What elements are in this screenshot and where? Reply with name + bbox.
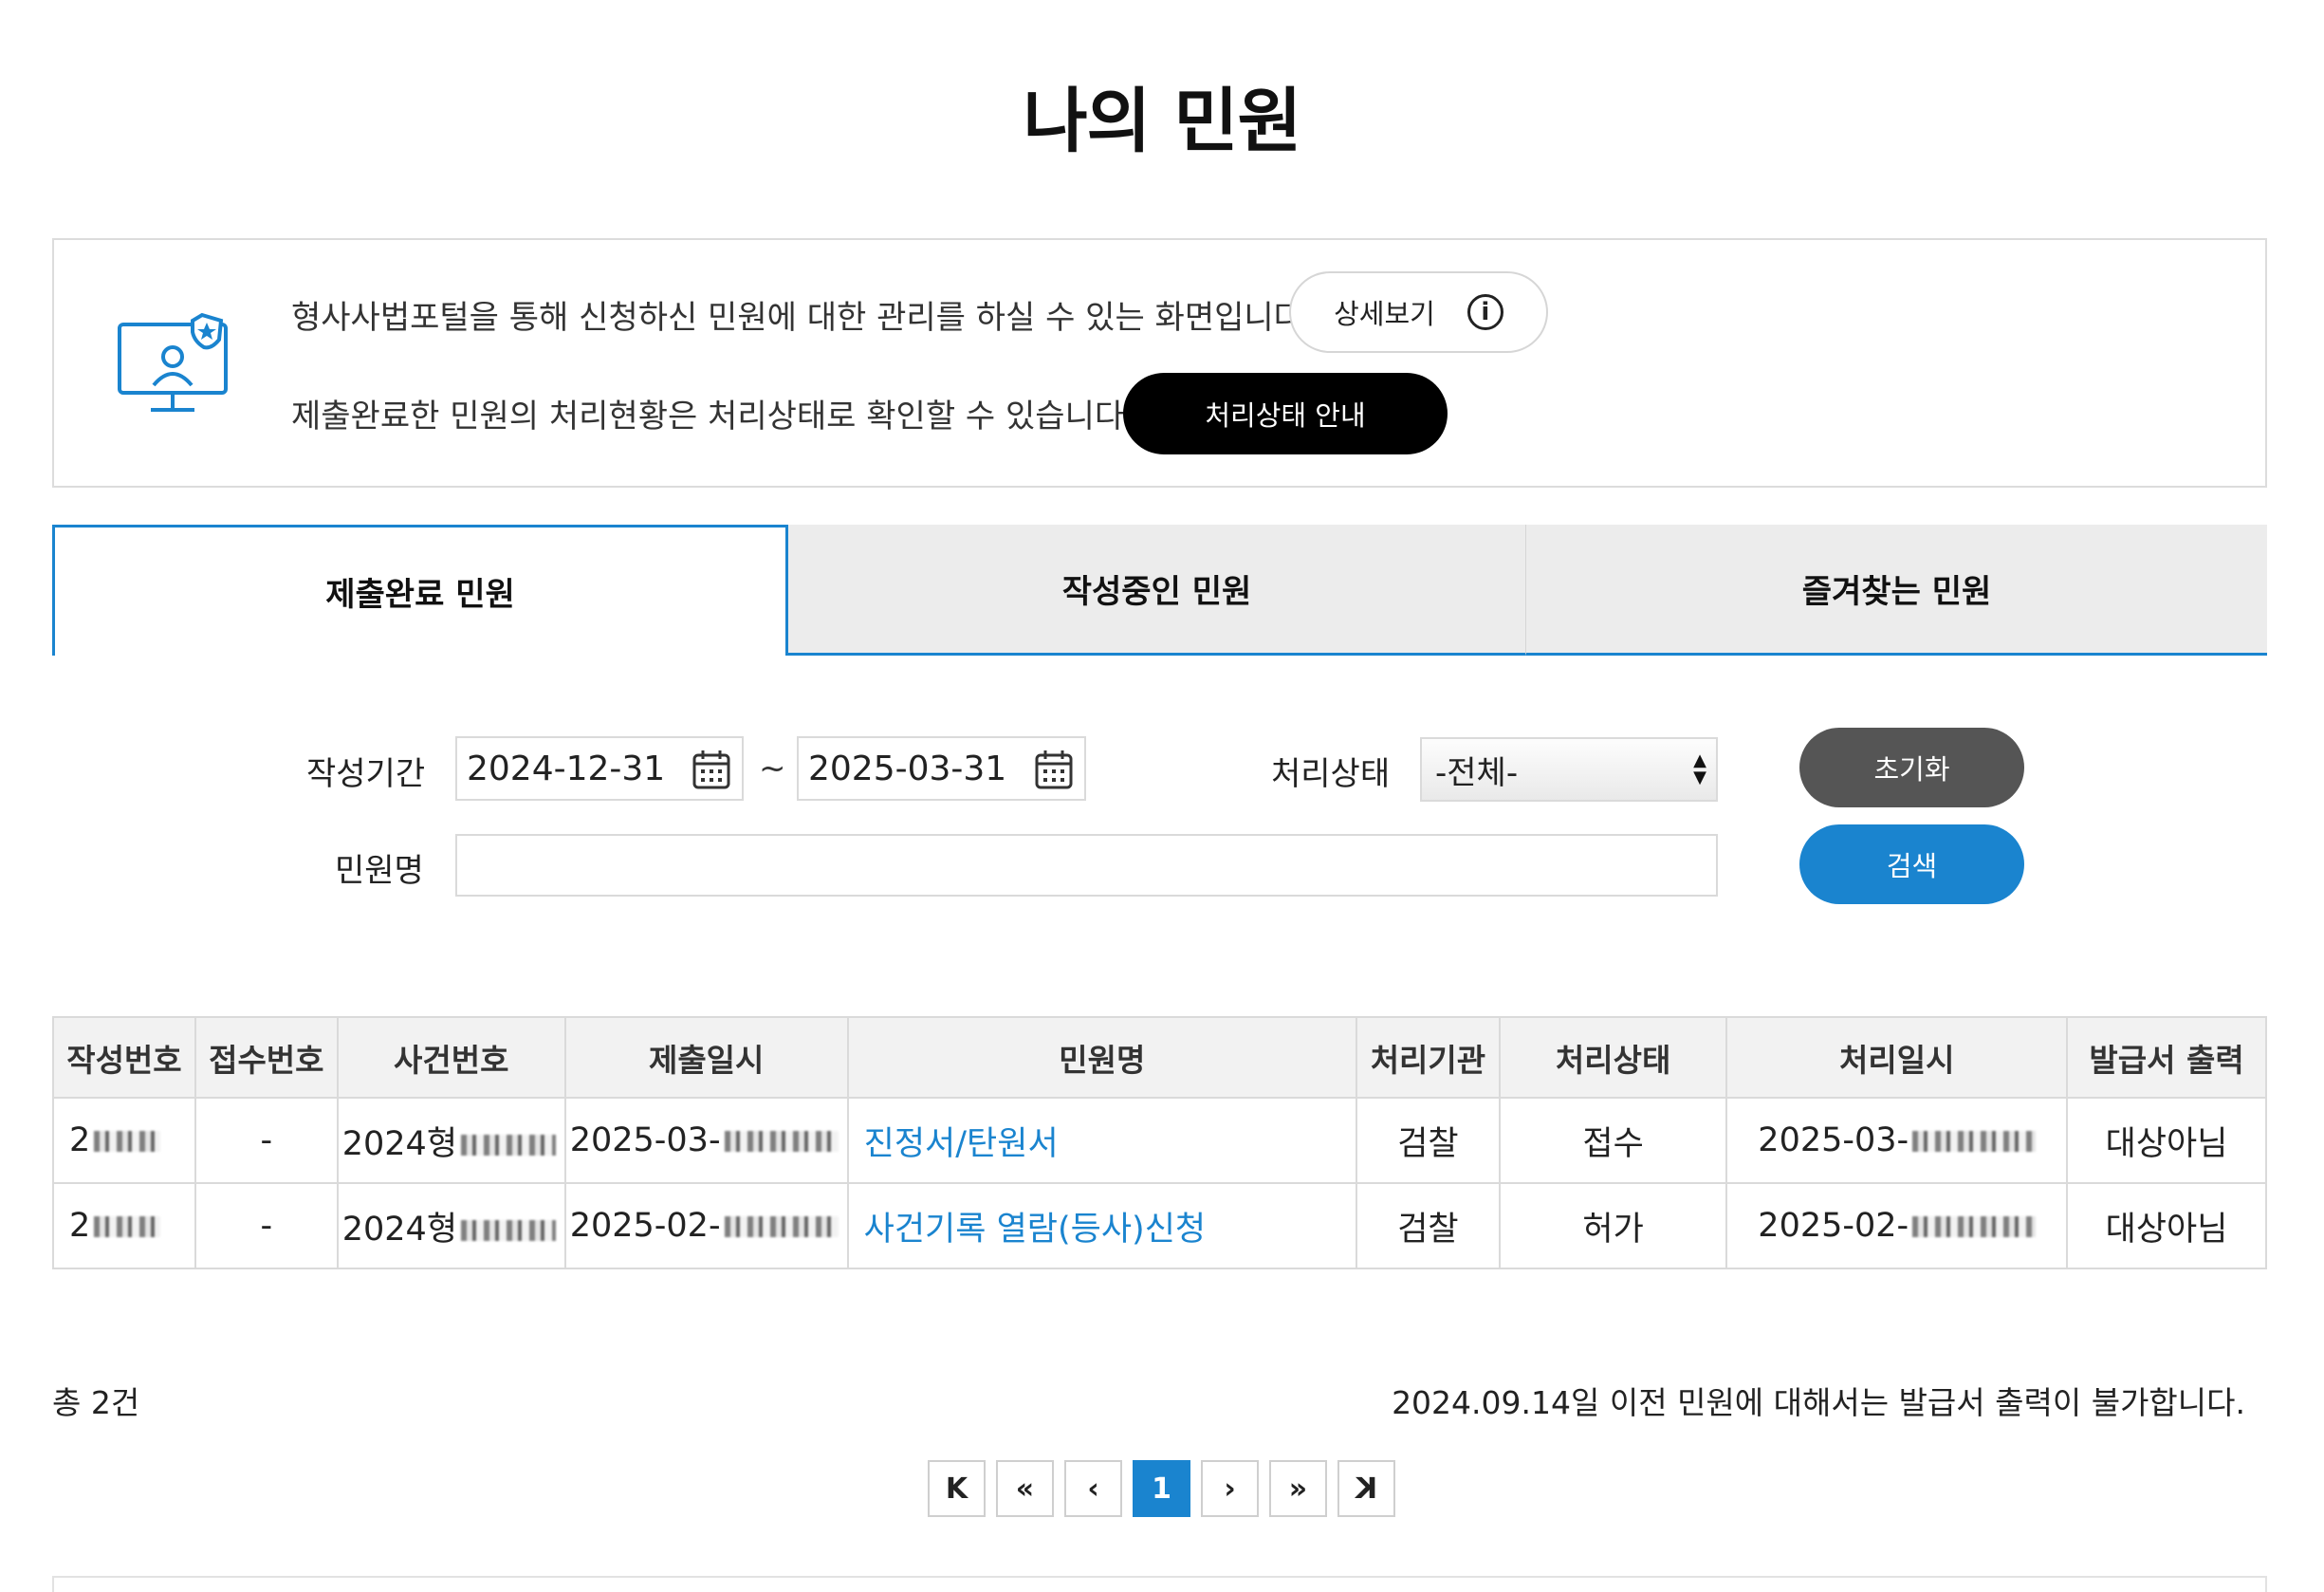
column-header: 사건번호 xyxy=(336,1016,566,1099)
cell-draft-number: 2 xyxy=(52,1097,196,1184)
status-guide-button[interactable]: 처리상태 안내 xyxy=(1123,373,1448,454)
cell-agency: 검찰 xyxy=(1355,1182,1501,1269)
redacted-text xyxy=(1912,1216,2037,1237)
tab-submitted[interactable]: 제출완료 민원 xyxy=(52,525,788,656)
cell-status: 허가 xyxy=(1498,1182,1728,1269)
date-from-value: 2024-12-31 xyxy=(467,749,666,788)
tab-favorites[interactable]: 즐겨찾는 민원 xyxy=(1526,525,2267,656)
cell-draft-number: 2 xyxy=(52,1182,196,1269)
redacted-text xyxy=(1912,1131,2037,1152)
lower-panel xyxy=(52,1576,2267,1592)
complaint-name-link[interactable]: 진정서/탄원서 xyxy=(846,1097,1357,1184)
status-select-value: -전체- xyxy=(1435,753,1519,792)
cell-agency: 검찰 xyxy=(1355,1097,1501,1184)
first-page-icon[interactable]: K xyxy=(928,1460,986,1517)
calendar-icon[interactable] xyxy=(692,750,730,789)
column-header: 작성번호 xyxy=(52,1016,196,1099)
column-header: 처리상태 xyxy=(1498,1016,1728,1099)
certificate-notice: 2024.09.14일 이전 민원에 대해서는 발급서 출력이 불가합니다. xyxy=(1392,1384,2245,1421)
column-header: 발급서 출력 xyxy=(2066,1016,2267,1099)
prev-block-icon[interactable]: « xyxy=(996,1460,1054,1517)
redacted-text xyxy=(724,1216,839,1237)
calendar-icon[interactable] xyxy=(1035,750,1073,789)
status-label: 처리상태 xyxy=(1271,755,1391,793)
cell-certificate-output: 대상아님 xyxy=(2066,1097,2267,1184)
last-page-icon[interactable]: K xyxy=(1337,1460,1395,1517)
date-separator: ~ xyxy=(759,750,786,787)
cell-submitted-at: 2025-02- xyxy=(563,1182,849,1269)
cell-processed-at: 2025-02- xyxy=(1725,1182,2069,1269)
column-header: 접수번호 xyxy=(194,1016,339,1099)
search-button[interactable]: 검색 xyxy=(1799,824,2024,904)
date-to-input[interactable]: 2025-03-31 xyxy=(797,736,1086,801)
cell-processed-at: 2025-03- xyxy=(1725,1097,2069,1184)
cell-certificate-output: 대상아님 xyxy=(2066,1182,2267,1269)
column-header: 처리기관 xyxy=(1355,1016,1501,1099)
info-icon: i xyxy=(1466,294,1503,330)
page-title: 나의 민원 xyxy=(1023,81,1301,162)
period-label: 작성기간 xyxy=(306,755,426,793)
column-header: 민원명 xyxy=(846,1016,1357,1099)
total-count: 총 2건 xyxy=(52,1384,140,1421)
date-to-value: 2025-03-31 xyxy=(808,749,1007,788)
redacted-text xyxy=(94,1131,161,1152)
page-number-current[interactable]: 1 xyxy=(1133,1460,1190,1517)
tab-drafting[interactable]: 작성중인 민원 xyxy=(788,525,1526,656)
complaint-name-link[interactable]: 사건기록 열람(등사)신청 xyxy=(846,1182,1357,1269)
reset-button[interactable]: 초기화 xyxy=(1799,728,2024,807)
cell-submitted-at: 2025-03- xyxy=(563,1097,849,1184)
info-status-line: 제출완료한 민원의 처리현황은 처리상태로 확인할 수 있습니다. xyxy=(291,398,1134,435)
table-row: 2 - 2024형 2025-02- 사건기록 열람(등사)신청 검찰 허가 2… xyxy=(52,1182,2267,1269)
redacted-text xyxy=(461,1134,557,1156)
detail-view-label: 상세보기 xyxy=(1334,298,1435,330)
status-select[interactable]: -전체- ▲ ▼ xyxy=(1420,737,1718,802)
detail-view-button[interactable]: 상세보기 i xyxy=(1289,271,1548,353)
redacted-text xyxy=(94,1216,161,1237)
pagination: K « ‹ 1 › » K xyxy=(928,1460,1395,1517)
tab-bar: 제출완료 민원 작성중인 민원 즐겨찾는 민원 xyxy=(52,525,2267,656)
results-table: 작성번호 접수번호 사건번호 제출일시 민원명 처리기관 처리상태 처리일시 발… xyxy=(52,1016,2267,1269)
table-row: 2 - 2024형 2025-03- 진정서/탄원서 검찰 접수 2025-03… xyxy=(52,1097,2267,1184)
column-header: 제출일시 xyxy=(563,1016,849,1099)
info-description-line: 형사사법포털을 통해 신청하신 민원에 대한 관리를 하실 수 있는 화면입니다… xyxy=(291,299,1314,337)
updown-arrow-icon: ▲ ▼ xyxy=(1693,750,1706,787)
table-header-row: 작성번호 접수번호 사건번호 제출일시 민원명 처리기관 처리상태 처리일시 발… xyxy=(52,1016,2267,1099)
cell-case-number: 2024형 xyxy=(336,1182,566,1269)
cell-case-number: 2024형 xyxy=(336,1097,566,1184)
name-label: 민원명 xyxy=(335,852,424,890)
redacted-text xyxy=(724,1131,839,1152)
cell-status: 접수 xyxy=(1498,1097,1728,1184)
info-box: 형사사법포털을 통해 신청하신 민원에 대한 관리를 하실 수 있는 화면입니다… xyxy=(52,238,2267,488)
next-page-icon[interactable]: › xyxy=(1201,1460,1259,1517)
next-block-icon[interactable]: » xyxy=(1269,1460,1327,1517)
date-from-input[interactable]: 2024-12-31 xyxy=(455,736,744,801)
cell-receipt-number: - xyxy=(194,1097,339,1184)
cell-receipt-number: - xyxy=(194,1182,339,1269)
prev-page-icon[interactable]: ‹ xyxy=(1064,1460,1122,1517)
column-header: 처리일시 xyxy=(1725,1016,2069,1099)
redacted-text xyxy=(461,1219,557,1241)
monitor-user-badge-icon xyxy=(118,312,228,412)
complaint-name-input[interactable] xyxy=(455,834,1718,897)
